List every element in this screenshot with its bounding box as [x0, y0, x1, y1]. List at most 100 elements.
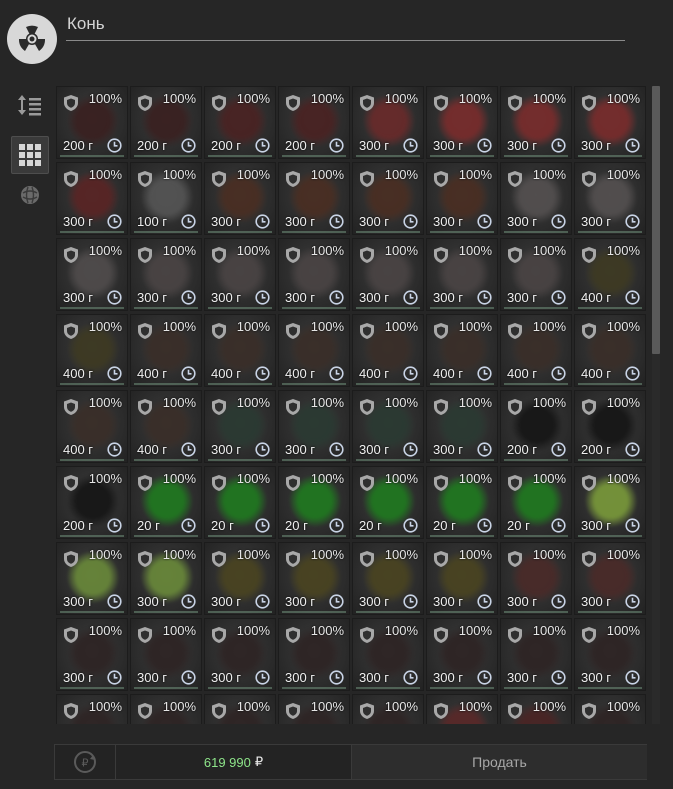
weight-label: 400 г — [581, 290, 612, 305]
clock-icon — [403, 214, 418, 229]
inventory-item-cell[interactable]: 100% 300 г — [130, 618, 202, 691]
search-title[interactable]: Конь — [67, 14, 105, 34]
inventory-item-cell[interactable]: 100% 300 г — [278, 162, 350, 235]
clock-icon — [181, 670, 196, 685]
inventory-item-cell[interactable]: 100% 400 г — [278, 314, 350, 387]
inventory-item-cell[interactable]: 100% — [500, 694, 572, 724]
inventory-item-cell[interactable]: 100% 400 г — [56, 314, 128, 387]
inventory-item-cell[interactable]: 100% 300 г — [278, 238, 350, 311]
clock-icon — [551, 518, 566, 533]
inventory-item-cell[interactable]: 100% 300 г — [426, 542, 498, 615]
inventory-item-cell[interactable]: 100% 300 г — [352, 162, 424, 235]
inventory-item-cell[interactable]: 100% — [426, 694, 498, 724]
inventory-item-cell[interactable]: 100% 200 г — [56, 86, 128, 159]
inventory-item-cell[interactable]: 100% — [130, 694, 202, 724]
durability-label: 100% — [532, 319, 566, 334]
clock-icon — [625, 670, 640, 685]
inventory-item-cell[interactable]: 100% 200 г — [56, 466, 128, 539]
inventory-item-cell[interactable]: 100% 100 г — [130, 162, 202, 235]
weight-label: 300 г — [581, 594, 612, 609]
inventory-item-cell[interactable]: 100% 300 г — [352, 618, 424, 691]
clock-icon — [551, 594, 566, 609]
inventory-item-cell[interactable]: 100% 200 г — [204, 86, 276, 159]
inventory-item-cell[interactable]: 100% 20 г — [204, 466, 276, 539]
inventory-item-cell[interactable]: 100% — [56, 694, 128, 724]
shield-icon — [138, 323, 152, 339]
inventory-item-cell[interactable]: 100% 300 г — [426, 162, 498, 235]
inventory-item-cell[interactable]: 100% 300 г — [278, 542, 350, 615]
inventory-item-cell[interactable]: 100% 20 г — [426, 466, 498, 539]
shield-icon — [138, 247, 152, 263]
inventory-item-cell[interactable]: 100% 300 г — [278, 618, 350, 691]
refresh-money-button[interactable]: ₽ — [55, 745, 116, 779]
inventory-item-cell[interactable]: 100% 300 г — [56, 238, 128, 311]
inventory-item-cell[interactable]: 100% 300 г — [426, 86, 498, 159]
durability-label: 100% — [458, 547, 492, 562]
artifact-filter-button[interactable] — [11, 176, 49, 214]
inventory-item-cell[interactable]: 100% 400 г — [574, 238, 646, 311]
weight-label: 300 г — [433, 594, 464, 609]
sort-button[interactable] — [11, 86, 49, 124]
inventory-item-cell[interactable]: 100% 300 г — [426, 390, 498, 463]
inventory-item-cell[interactable]: 100% 300 г — [352, 238, 424, 311]
inventory-item-cell[interactable]: 100% 20 г — [500, 466, 572, 539]
inventory-item-cell[interactable]: 100% 300 г — [500, 86, 572, 159]
shield-icon — [508, 247, 522, 263]
inventory-item-cell[interactable]: 100% — [204, 694, 276, 724]
shield-icon — [582, 551, 596, 567]
inventory-item-cell[interactable]: 100% 300 г — [204, 162, 276, 235]
inventory-item-cell[interactable]: 100% 300 г — [204, 542, 276, 615]
shield-icon — [212, 551, 226, 567]
inventory-item-cell[interactable]: 100% — [574, 694, 646, 724]
inventory-item-cell[interactable]: 100% 300 г — [130, 542, 202, 615]
inventory-item-cell[interactable]: 100% 300 г — [278, 390, 350, 463]
inventory-item-cell[interactable]: 100% 300 г — [500, 162, 572, 235]
inventory-item-cell[interactable]: 100% 300 г — [204, 238, 276, 311]
inventory-item-cell[interactable]: 100% 300 г — [500, 618, 572, 691]
inventory-item-cell[interactable]: 100% 300 г — [352, 390, 424, 463]
weight-label: 20 г — [507, 518, 530, 533]
inventory-item-cell[interactable]: 100% 400 г — [352, 314, 424, 387]
scrollbar[interactable] — [652, 86, 660, 724]
inventory-item-cell[interactable]: 100% 200 г — [574, 390, 646, 463]
inventory-item-cell[interactable]: 100% — [278, 694, 350, 724]
inventory-item-cell[interactable]: 100% 300 г — [426, 238, 498, 311]
durability-label: 100% — [384, 319, 418, 334]
inventory-item-cell[interactable]: 100% 300 г — [574, 542, 646, 615]
durability-label: 100% — [606, 243, 640, 258]
inventory-item-cell[interactable]: 100% 400 г — [56, 390, 128, 463]
inventory-item-cell[interactable]: 100% 20 г — [130, 466, 202, 539]
durability-label: 100% — [88, 243, 122, 258]
scrollbar-thumb[interactable] — [652, 86, 660, 354]
inventory-item-cell[interactable]: 100% 400 г — [426, 314, 498, 387]
shield-icon — [508, 627, 522, 643]
inventory-item-cell[interactable]: 100% 300 г — [130, 238, 202, 311]
inventory-item-cell[interactable]: 100% 300 г — [56, 162, 128, 235]
inventory-item-cell[interactable]: 100% 300 г — [426, 618, 498, 691]
inventory-item-cell[interactable]: 100% 200 г — [130, 86, 202, 159]
inventory-item-cell[interactable]: 100% 20 г — [352, 466, 424, 539]
inventory-item-cell[interactable]: 100% 400 г — [130, 314, 202, 387]
sell-button[interactable]: Продать — [351, 745, 647, 779]
inventory-item-cell[interactable]: 100% 200 г — [500, 390, 572, 463]
inventory-item-cell[interactable]: 100% 300 г — [352, 86, 424, 159]
inventory-item-cell[interactable]: 100% 300 г — [204, 618, 276, 691]
inventory-item-cell[interactable]: 100% 300 г — [574, 618, 646, 691]
inventory-item-cell[interactable]: 100% 300 г — [574, 466, 646, 539]
inventory-item-cell[interactable]: 100% 400 г — [500, 314, 572, 387]
inventory-item-cell[interactable]: 100% 400 г — [130, 390, 202, 463]
inventory-item-cell[interactable]: 100% 20 г — [278, 466, 350, 539]
inventory-item-cell[interactable]: 100% 300 г — [56, 542, 128, 615]
inventory-item-cell[interactable]: 100% — [352, 694, 424, 724]
inventory-item-cell[interactable]: 100% 300 г — [574, 162, 646, 235]
inventory-item-cell[interactable]: 100% 400 г — [204, 314, 276, 387]
inventory-item-cell[interactable]: 100% 400 г — [574, 314, 646, 387]
inventory-item-cell[interactable]: 100% 300 г — [500, 542, 572, 615]
inventory-item-cell[interactable]: 100% 300 г — [574, 86, 646, 159]
grid-view-button[interactable] — [11, 136, 49, 174]
inventory-item-cell[interactable]: 100% 300 г — [56, 618, 128, 691]
inventory-item-cell[interactable]: 100% 300 г — [500, 238, 572, 311]
inventory-item-cell[interactable]: 100% 300 г — [352, 542, 424, 615]
inventory-item-cell[interactable]: 100% 300 г — [204, 390, 276, 463]
inventory-item-cell[interactable]: 100% 200 г — [278, 86, 350, 159]
